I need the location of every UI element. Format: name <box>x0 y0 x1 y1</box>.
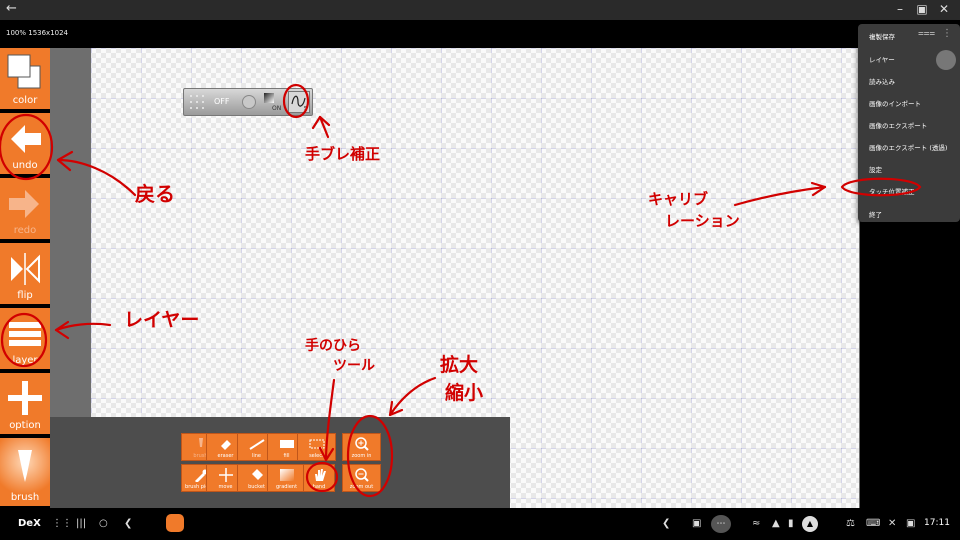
app-taskbar-icon[interactable] <box>166 514 184 532</box>
calibration-annotation-line2: レーション <box>665 212 740 230</box>
stabilizer-annotation: 手ブレ補正 <box>305 145 381 163</box>
signal-icon: ▲ <box>772 518 780 529</box>
calibration-annotation-line1: キャリブ <box>648 190 709 208</box>
zoom-annotation-line1: 拡大 <box>440 354 479 376</box>
notification-expand-icon[interactable]: ▲ <box>802 516 818 532</box>
layer-annotation: レイヤー <box>124 309 200 331</box>
dex-label[interactable]: DeX <box>18 518 41 529</box>
hand-tool-annotation-line2: ツール <box>333 358 375 374</box>
dex-taskbar: DeX ⋮⋮ ||| ○ ❮ ❮ ▣ ⋯ ≈ ▲ ▮ ▲ ⚖ ⌨ ✕ ▣ 17:… <box>0 510 960 540</box>
gallery-icon[interactable]: ▣ <box>692 518 701 529</box>
apps-grid-icon[interactable]: ⋮⋮ <box>52 518 72 529</box>
undo-annotation: 戻る <box>135 182 175 206</box>
back-nav-icon[interactable]: ❮ <box>124 518 132 529</box>
volume-off-icon: ✕ <box>888 518 897 529</box>
zoom-annotation-line2: 縮小 <box>445 382 484 404</box>
flask-icon: ⚖ <box>846 518 855 529</box>
wifi-icon: ≈ <box>752 518 761 529</box>
annotation-overlay <box>0 83 922 498</box>
recents-icon[interactable]: ||| <box>76 518 86 529</box>
battery-icon: ▮ <box>788 518 794 529</box>
clock: 17:11 <box>924 518 950 528</box>
scroll-left-icon[interactable]: ❮ <box>662 518 670 529</box>
home-icon[interactable]: ○ <box>99 518 108 529</box>
more-apps-icon[interactable]: ⋯ <box>711 515 731 533</box>
screenshot-icon: ▣ <box>906 518 916 529</box>
keyboard-icon: ⌨ <box>866 518 881 529</box>
hand-tool-annotation-line1: 手のひら <box>305 338 361 354</box>
